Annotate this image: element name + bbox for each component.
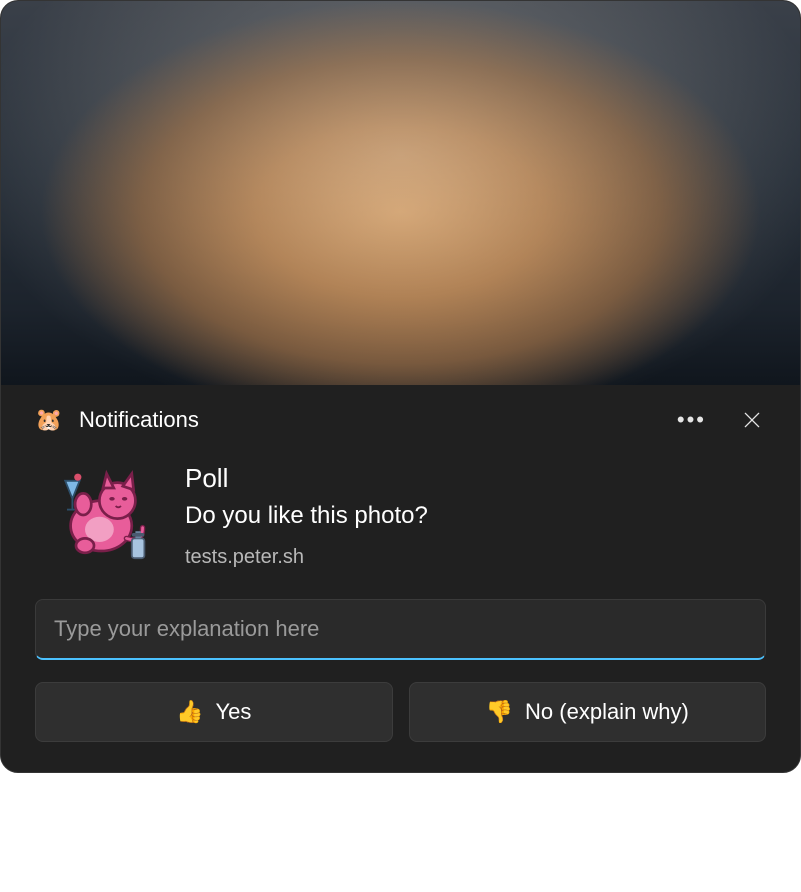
button-row: 👍 Yes 👎 No (explain why) (1, 674, 800, 772)
app-icon: 🐹 (35, 406, 63, 434)
app-title: Notifications (79, 407, 657, 433)
no-button[interactable]: 👎 No (explain why) (409, 682, 767, 742)
yes-button[interactable]: 👍 Yes (35, 682, 393, 742)
poll-title: Poll (185, 463, 428, 494)
thumbs-down-icon: 👎 (486, 701, 513, 723)
thumbs-up-icon: 👍 (176, 701, 203, 723)
yes-button-label: Yes (216, 699, 252, 725)
poll-body: Do you like this photo? (185, 502, 428, 530)
close-icon[interactable] (738, 406, 766, 434)
notification-card: 🐹 Notifications ••• (0, 0, 801, 773)
notification-header: 🐹 Notifications ••• (1, 385, 800, 443)
more-icon[interactable]: ••• (673, 405, 710, 435)
no-button-label: No (explain why) (525, 699, 689, 725)
header-actions: ••• (673, 405, 766, 435)
notification-text: Poll Do you like this photo? tests.peter… (185, 461, 428, 569)
notification-avatar (49, 461, 157, 569)
hero-image (1, 1, 800, 385)
notification-content: Poll Do you like this photo? tests.peter… (1, 443, 800, 591)
poll-source: tests.peter.sh (185, 546, 428, 569)
input-wrap (1, 591, 800, 674)
explanation-input[interactable] (35, 599, 766, 660)
